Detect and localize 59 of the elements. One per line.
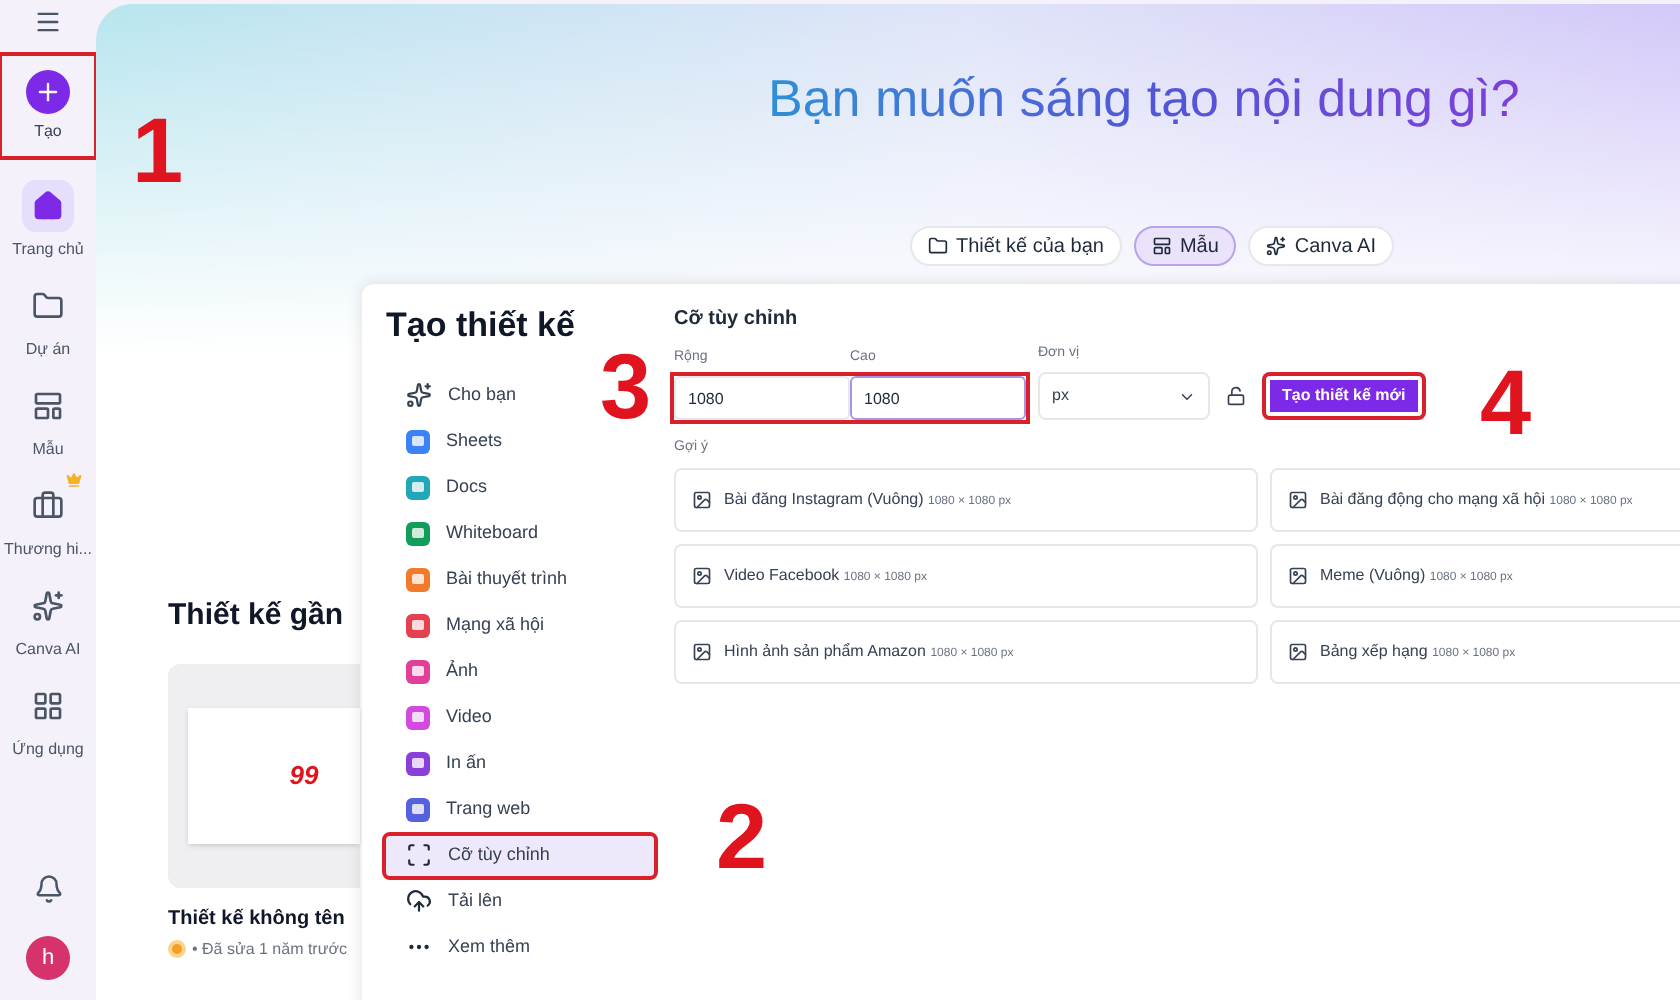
sparkle-icon [406,382,432,408]
menu-item[interactable]: Tải lên [386,881,654,921]
template-icon [1151,236,1172,256]
nav-item[interactable]: Mẫu [2,372,94,462]
image-icon [692,489,712,509]
upload-icon [406,888,432,914]
nav-item[interactable]: Trang chủ [2,172,94,262]
menu-icon[interactable] [34,8,62,36]
menu-item[interactable]: Whiteboard [386,513,654,553]
grid-icon [32,690,64,722]
step-number: 1 [132,104,184,196]
panel-title: Tạo thiết kế [386,304,577,348]
image-icon [1288,641,1308,661]
image-icon [1288,489,1308,509]
plus-icon [26,69,70,113]
tab[interactable]: Thiết kế của bạn [910,226,1122,266]
sparkles-icon [1266,236,1287,256]
avatar[interactable]: h [26,936,70,980]
tab[interactable]: Canva AI [1248,226,1394,266]
menu-item[interactable]: In ấn [386,743,654,783]
menu-item[interactable]: Bài thuyết trình [386,559,654,599]
section-heading: Thiết kế gần [168,596,344,636]
nav-item[interactable]: Dự án [2,272,94,362]
menu-item[interactable]: Docs [386,467,654,507]
lock-icon[interactable] [1226,386,1246,406]
nav-item[interactable]: Thương hi... [2,472,94,562]
briefcase-icon [32,490,64,522]
frame-icon [406,842,432,868]
image-icon [1288,565,1308,585]
menu-item[interactable]: Video [386,697,654,737]
image-icon [692,641,712,661]
step-number: 2 [716,790,768,882]
design-card[interactable]: 99 [168,663,360,887]
sparkles-icon [32,590,64,622]
bell-icon[interactable] [33,874,63,904]
menu-item[interactable]: Trang web [386,789,654,829]
folder-icon [32,290,64,322]
create-button[interactable]: Tạo [2,56,94,156]
step-number: 4 [1480,356,1532,448]
create-design-button[interactable]: Tạo thiết kế mới [1262,372,1426,420]
menu-item[interactable]: Mạng xã hội [386,605,654,645]
size-input[interactable]: 1080 [850,376,1026,420]
menu-item[interactable]: Xem thêm [386,927,654,967]
folder-icon [928,236,948,256]
design-title: Thiết kế không tên [168,905,347,933]
design-meta: • Đã sửa 1 năm trước [192,937,347,961]
menu-item[interactable]: Cỡ tùy chỉnh [386,835,654,875]
logo-text: 99 [289,757,319,794]
image-icon [692,565,712,585]
owner-icon [168,940,186,958]
template-icon [32,390,64,422]
unit-select[interactable]: px [1038,372,1210,420]
tab[interactable]: Mẫu [1133,226,1237,266]
size-input[interactable]: 1080 [674,376,850,420]
nav-item[interactable]: Ứng dụng [2,672,94,762]
menu-item[interactable]: Ảnh [386,651,654,691]
nav-item[interactable]: Canva AI [2,572,94,662]
home-icon [32,190,64,222]
section-title: Cỡ tùy chỉnh [674,306,800,334]
